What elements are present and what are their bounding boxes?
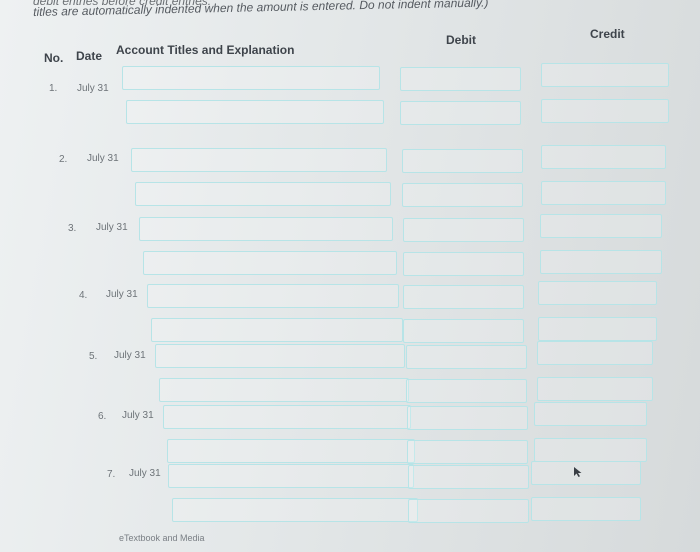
entry-number: 4. xyxy=(79,290,88,301)
mouse-cursor-icon xyxy=(574,467,582,477)
entry-date: July 31 xyxy=(114,350,146,361)
debit-input[interactable] xyxy=(403,252,524,276)
header-credit: Credit xyxy=(590,27,625,41)
entry-number: 5. xyxy=(89,351,98,362)
account-title-input[interactable] xyxy=(163,405,411,429)
credit-input[interactable] xyxy=(537,377,653,401)
credit-input[interactable] xyxy=(541,145,666,169)
debit-input[interactable] xyxy=(403,285,524,309)
debit-input[interactable] xyxy=(400,101,521,125)
account-title-input[interactable] xyxy=(172,498,418,522)
credit-input[interactable] xyxy=(541,63,669,87)
entry-number: 1. xyxy=(49,83,58,94)
credit-input[interactable] xyxy=(540,214,662,238)
entry-number: 6. xyxy=(98,411,107,422)
header-no: No. xyxy=(44,51,64,65)
header-debit: Debit xyxy=(446,33,476,47)
credit-input[interactable] xyxy=(538,281,657,305)
credit-input[interactable] xyxy=(541,99,669,123)
entry-number: 7. xyxy=(107,469,116,480)
credit-input[interactable] xyxy=(541,181,666,205)
debit-input[interactable] xyxy=(403,218,524,242)
credit-input[interactable] xyxy=(531,461,641,485)
entry-date: July 31 xyxy=(77,83,109,94)
entry-number: 2. xyxy=(59,154,68,165)
debit-input[interactable] xyxy=(407,440,528,464)
account-title-input[interactable] xyxy=(167,439,415,463)
account-title-input[interactable] xyxy=(126,100,384,124)
account-title-input[interactable] xyxy=(168,464,414,488)
debit-input[interactable] xyxy=(400,67,521,91)
debit-input[interactable] xyxy=(402,149,523,173)
header-date: Date xyxy=(76,49,103,63)
entry-date: July 31 xyxy=(87,153,119,164)
debit-input[interactable] xyxy=(408,465,529,489)
account-title-input[interactable] xyxy=(147,284,399,308)
credit-input[interactable] xyxy=(537,341,653,365)
credit-input[interactable] xyxy=(531,497,641,521)
account-title-input[interactable] xyxy=(139,217,393,241)
debit-input[interactable] xyxy=(406,345,527,369)
debit-input[interactable] xyxy=(408,499,529,523)
instructions-line-2: titles are automatically indented when t… xyxy=(33,0,489,19)
credit-input[interactable] xyxy=(534,438,647,462)
entry-date: July 31 xyxy=(129,468,161,479)
debit-input[interactable] xyxy=(403,319,524,343)
entry-date: July 31 xyxy=(122,410,154,421)
entry-date: July 31 xyxy=(106,289,138,300)
account-title-input[interactable] xyxy=(155,344,405,368)
account-title-input[interactable] xyxy=(143,251,397,275)
entry-date: July 31 xyxy=(96,222,128,233)
account-title-input[interactable] xyxy=(159,378,409,402)
journal-entry-page: debit entries before credit entries. tit… xyxy=(0,0,700,552)
account-title-input[interactable] xyxy=(135,182,391,206)
etextbook-media-link[interactable]: eTextbook and Media xyxy=(119,533,205,543)
account-title-input[interactable] xyxy=(151,318,403,342)
credit-input[interactable] xyxy=(534,402,647,426)
account-title-input[interactable] xyxy=(122,66,380,90)
entry-number: 3. xyxy=(68,223,77,234)
account-title-input[interactable] xyxy=(131,148,387,172)
debit-input[interactable] xyxy=(402,183,523,207)
debit-input[interactable] xyxy=(406,379,527,403)
credit-input[interactable] xyxy=(540,250,662,274)
credit-input[interactable] xyxy=(538,317,657,341)
header-account-titles: Account Titles and Explanation xyxy=(116,43,295,57)
debit-input[interactable] xyxy=(407,406,528,430)
